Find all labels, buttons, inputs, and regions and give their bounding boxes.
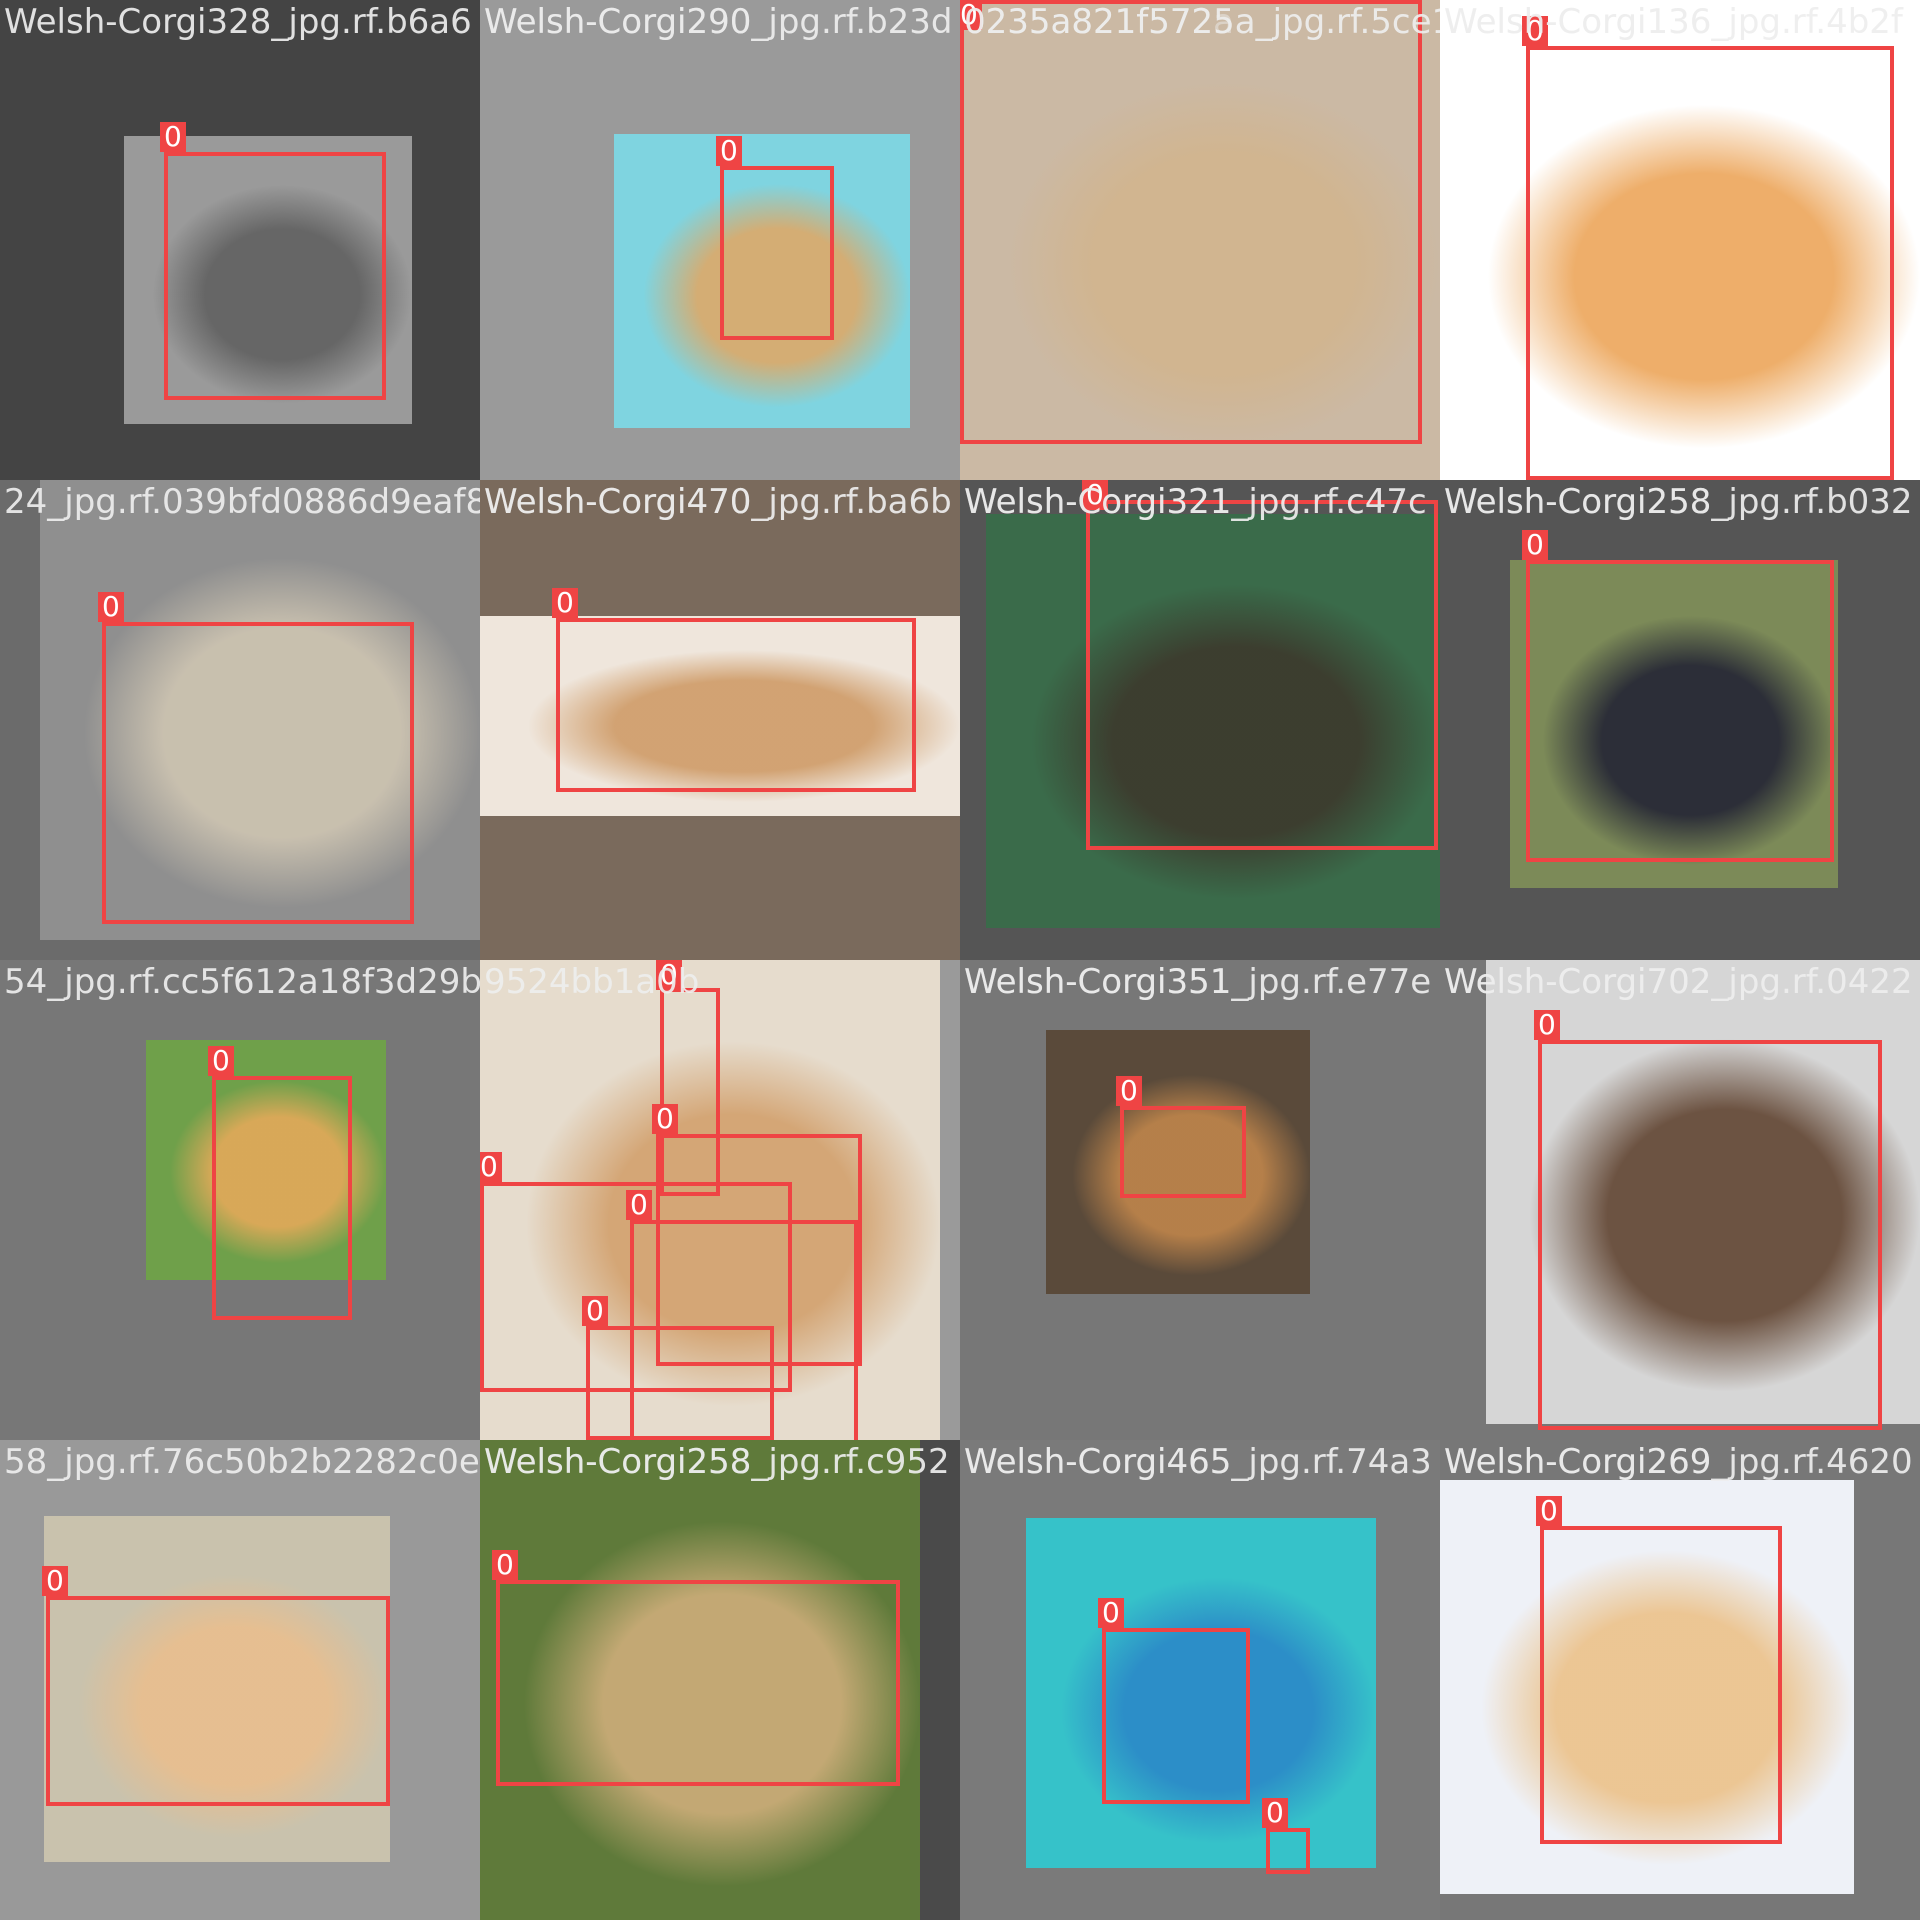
class-label-badge: 0 <box>552 588 578 618</box>
image-filename: Welsh-Corgi290_jpg.rf.b23d <box>484 2 953 42</box>
corgi-photo <box>124 136 412 424</box>
class-label-badge: 0 <box>582 1296 608 1326</box>
corgi-photo <box>480 616 960 816</box>
corgi-photo <box>1440 28 1920 480</box>
image-filename: 54_jpg.rf.cc5f612a18f3d29b <box>4 962 480 1002</box>
corgi-photo <box>986 514 1440 928</box>
class-label-badge: 0 <box>652 1104 678 1134</box>
class-label-badge: 0 <box>1098 1598 1124 1628</box>
image-filename: 58_jpg.rf.76c50b2b2282c0e7 <box>4 1442 480 1482</box>
class-label-badge: 0 <box>208 1046 234 1076</box>
class-label-badge: 0 <box>626 1190 652 1220</box>
mosaic-tile: 0 Welsh-Corgi258_jpg.rf.c952 <box>480 1440 960 1920</box>
class-label-badge: 0 <box>1116 1076 1142 1106</box>
mosaic-tile: 0 Welsh-Corgi321_jpg.rf.c47c <box>960 480 1440 960</box>
mosaic-tile: 0 Welsh-Corgi470_jpg.rf.ba6b <box>480 480 960 960</box>
image-filename: Welsh-Corgi351_jpg.rf.e77e <box>964 962 1432 1002</box>
corgi-photo <box>1046 1030 1310 1294</box>
class-label-badge: 0 <box>492 1550 518 1580</box>
class-label-badge: 0 <box>1522 16 1548 46</box>
corgi-photo <box>1510 560 1838 888</box>
mosaic-tile: 0 Welsh-Corgi328_jpg.rf.b6a6 <box>0 0 480 480</box>
image-filename: Welsh-Corgi269_jpg.rf.4620 <box>1444 1442 1913 1482</box>
class-label-badge: 0 <box>656 960 682 990</box>
class-label-badge: 0 <box>1262 1798 1288 1828</box>
mosaic-tile: 0 Welsh-Corgi136_jpg.rf.4b2f <box>1440 0 1920 480</box>
image-filename: Welsh-Corgi470_jpg.rf.ba6b <box>484 482 952 522</box>
image-filename: Welsh-Corgi328_jpg.rf.b6a6 <box>4 2 472 42</box>
mosaic-tile: 0 Welsh-Corgi290_jpg.rf.b23d <box>480 0 960 480</box>
class-label-badge: 0 <box>716 136 742 166</box>
image-filename: Welsh-Corgi465_jpg.rf.74a3 <box>964 1442 1432 1482</box>
corgi-photo <box>614 134 910 428</box>
class-label-badge: 0 <box>960 0 982 30</box>
mosaic-tile: 0 54_jpg.rf.cc5f612a18f3d29b <box>0 960 480 1440</box>
mosaic-tile: 0 Welsh-Corgi351_jpg.rf.e77e <box>960 960 1440 1440</box>
corgi-photo <box>480 960 940 1440</box>
corgi-photo <box>480 1440 920 1920</box>
class-label-badge: 0 <box>1536 1496 1562 1526</box>
corgi-photo <box>1440 1480 1854 1894</box>
image-filename: Welsh-Corgi258_jpg.rf.b032 <box>1444 482 1913 522</box>
mosaic-tile: 0 0 Welsh-Corgi465_jpg.rf.74a3 <box>960 1440 1440 1920</box>
mosaic-tile: 0 58_jpg.rf.76c50b2b2282c0e7 <box>0 1440 480 1920</box>
corgi-photo <box>146 1040 386 1280</box>
class-label-badge: 0 <box>1522 530 1548 560</box>
class-label-badge: 0 <box>98 592 124 622</box>
mosaic-tile: 0 Welsh-Corgi269_jpg.rf.4620 <box>1440 1440 1920 1920</box>
mosaic-tile: 0 0235a821f5725a_jpg.rf.5ce1 <box>960 0 1440 480</box>
class-label-badge: 0 <box>160 122 186 152</box>
corgi-photo <box>44 1516 390 1862</box>
training-batch-mosaic: 0 Welsh-Corgi328_jpg.rf.b6a6 0 Welsh-Corgi2… <box>0 0 1920 1920</box>
mosaic-tile: 0 0 0 0 0 9524bb1a0b <box>480 960 960 1440</box>
mosaic-tile: 0 Welsh-Corgi702_jpg.rf.0422 <box>1440 960 1920 1440</box>
class-label-badge: 0 <box>1534 1010 1560 1040</box>
corgi-photo <box>960 0 1440 480</box>
class-label-badge: 0 <box>1082 480 1108 510</box>
class-label-badge: 0 <box>480 1152 502 1182</box>
corgi-photo <box>40 480 480 940</box>
mosaic-tile: 0 Welsh-Corgi258_jpg.rf.b032 <box>1440 480 1920 960</box>
corgi-photo <box>1026 1518 1376 1868</box>
mosaic-tile: 0 24_jpg.rf.039bfd0886d9eaf8 <box>0 480 480 960</box>
class-label-badge: 0 <box>42 1566 68 1596</box>
